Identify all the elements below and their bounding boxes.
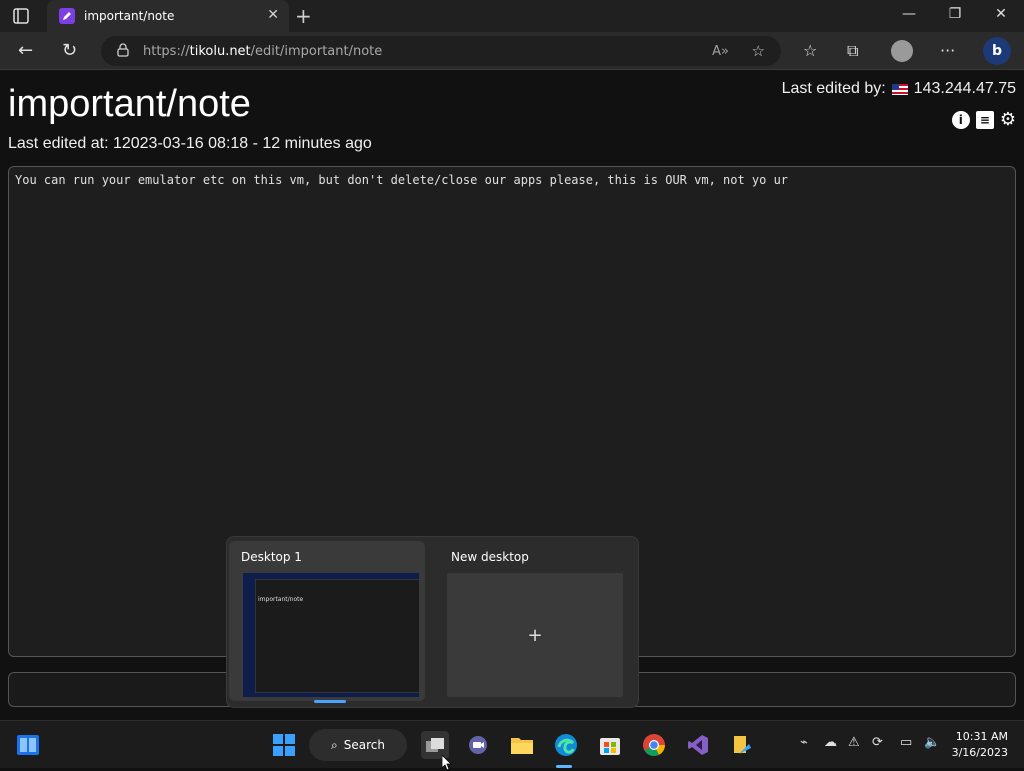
page-title: important/note [8,83,251,125]
pencil-icon [59,8,75,24]
taskbar: ⌕ Search ⌁ ☁ ⚠ ⟳ ▭ 🔈 10:31 AM 3/16/2023 [0,720,1024,768]
desktop-label: New desktop [451,550,529,564]
thumbnail-window: important/note [255,579,419,693]
thumbnail-title: important/note [258,596,304,603]
address-bar[interactable]: https://tikolu.net/edit/important/note A… [101,36,781,66]
last-edited-by: Last edited by: 143.244.47.75 [782,80,1016,98]
profile-avatar[interactable] [891,40,913,62]
visual-studio-icon[interactable] [684,731,712,759]
address-toolbar: ← ↻ https://tikolu.net/edit/important/no… [0,32,1024,70]
clock-time: 10:31 AM [955,730,1008,743]
browser-tab[interactable]: important/note ✕ [47,0,289,32]
active-desktop-indicator [314,700,346,703]
settings-gear-icon[interactable]: ⚙ [1000,111,1016,129]
chrome-icon[interactable] [640,731,668,759]
last-edited-by-label: Last edited by: [781,80,886,97]
taskbar-search-button[interactable]: ⌕ Search [309,729,407,761]
page-actions: i ≡ ⚙ [951,111,1016,129]
restore-button[interactable]: ❐ [935,6,975,22]
start-windows-icon[interactable] [270,731,298,759]
new-tab-button[interactable]: + [295,4,312,28]
more-options-icon[interactable]: ··· [940,41,955,60]
note-text: You can run your emulator etc on this vm… [15,173,789,187]
mouse-cursor-icon [442,755,452,771]
tab-actions-icon[interactable] [12,7,30,25]
add-desktop-button[interactable]: + [447,573,623,697]
network-offline-icon[interactable]: ⌁ [800,735,808,750]
microsoft-store-icon[interactable] [596,731,624,759]
back-button[interactable]: ← [18,40,33,61]
url-path: /edit/important/note [250,43,383,59]
info-icon[interactable]: i [951,111,970,129]
display-icon[interactable]: ▭ [900,735,912,750]
last-edited-at: Last edited at: 12023-03-16 08:18 - 12 m… [8,135,372,152]
close-window-button[interactable]: ✕ [981,6,1021,22]
desktop-1-thumbnail[interactable]: important/note [243,573,419,697]
collections-icon[interactable]: ⧉ [847,41,858,61]
read-aloud-icon[interactable]: A» [712,44,729,59]
file-explorer-icon[interactable] [508,731,536,759]
edge-browser-icon[interactable] [552,731,580,759]
sticky-notes-icon[interactable] [728,731,756,759]
system-clock[interactable]: 10:31 AM 3/16/2023 [952,729,1008,761]
clock-date: 3/16/2023 [951,746,1008,759]
teams-chat-icon[interactable] [464,731,492,759]
lock-icon[interactable] [117,42,129,61]
favorites-icon[interactable]: ☆ [803,41,817,60]
security-warning-icon[interactable]: ⚠ [848,735,860,750]
url-scheme: https:// [143,43,190,59]
volume-icon[interactable]: 🔈 [924,735,940,750]
tab-title: important/note [84,9,175,23]
search-label: Search [343,738,385,752]
last-edited-by-ip: 143.244.47.75 [913,80,1016,97]
tab-bar: important/note ✕ + — ❐ ✕ [0,0,1024,32]
plus-icon: + [527,624,543,646]
add-favorite-icon[interactable]: ☆ [752,42,765,60]
sync-icon[interactable]: ⟳ [872,735,883,750]
document-icon[interactable]: ≡ [975,111,994,129]
search-icon: ⌕ [331,737,338,752]
us-flag-icon [891,83,908,95]
url-host: tikolu.net [189,43,251,59]
desktop-label: Desktop 1 [241,550,302,564]
task-view-flyout: Desktop 1 important/note New desktop + [226,536,639,708]
minimize-button[interactable]: — [889,6,929,22]
onedrive-icon[interactable]: ☁ [824,735,837,750]
url-text: https://tikolu.net/edit/important/note [143,44,382,59]
desktop-1-card[interactable]: Desktop 1 important/note [229,541,425,701]
bing-icon[interactable]: b [983,37,1011,65]
new-desktop-card[interactable]: New desktop + [439,541,635,701]
close-tab-icon[interactable]: ✕ [267,7,279,23]
widgets-icon[interactable] [14,731,42,759]
refresh-button[interactable]: ↻ [62,40,77,61]
